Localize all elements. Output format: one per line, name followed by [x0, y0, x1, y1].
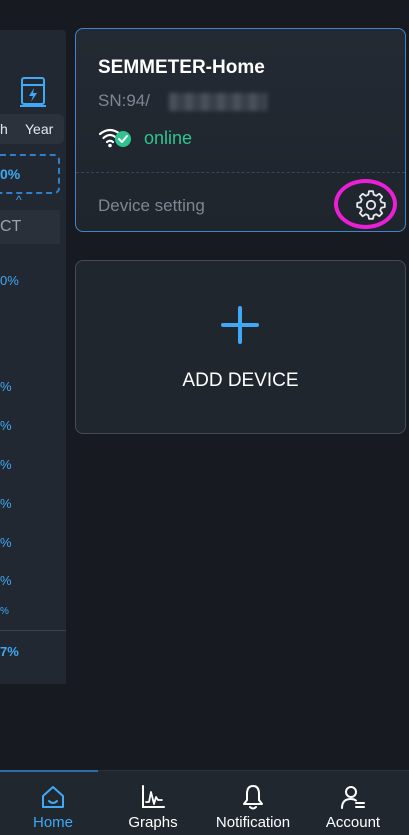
- percent-value: %: [0, 418, 12, 433]
- percent-value: 0%: [0, 273, 19, 288]
- device-setting-label[interactable]: Device setting: [98, 196, 205, 216]
- percent-value: %: [0, 573, 12, 588]
- tab-year[interactable]: Year: [25, 121, 53, 137]
- add-device-card[interactable]: ADD DEVICE: [75, 260, 406, 434]
- percent-value: %: [0, 535, 12, 550]
- divider: [0, 630, 66, 631]
- card-divider: [76, 172, 405, 173]
- nav-home-label: Home: [32, 814, 73, 831]
- graph-icon: [142, 785, 165, 808]
- plus-icon: [221, 306, 259, 344]
- nav-account[interactable]: Account: [302, 771, 404, 835]
- nav-graphs[interactable]: Graphs: [102, 771, 204, 835]
- nav-notification[interactable]: Notification: [202, 771, 304, 835]
- ct-label: CT: [0, 218, 22, 235]
- device-name: SEMMETER-Home: [98, 57, 265, 78]
- bottom-percent-value: 7%: [0, 644, 19, 659]
- add-device-label: ADD DEVICE: [182, 370, 299, 391]
- home-icon: [42, 786, 64, 808]
- nav-graphs-label: Graphs: [128, 814, 178, 831]
- meter-icon: [20, 77, 46, 107]
- percent-value: %: [0, 457, 12, 472]
- background-page-panel: h Year 0% ^ CT 0% % % % % % % % 7%: [0, 30, 66, 684]
- nav-notification-label: Notification: [215, 814, 291, 831]
- device-serial: SN:94/: [98, 91, 150, 110]
- ct-row: CT: [0, 210, 60, 244]
- tab-month[interactable]: h: [0, 121, 8, 137]
- caret-up-icon: ^: [16, 193, 22, 207]
- device-card[interactable]: SEMMETER-Home SN:94/ online Device setti…: [75, 28, 406, 232]
- account-icon: [341, 786, 365, 809]
- online-status: online: [144, 128, 193, 148]
- highlight-value: 0%: [0, 166, 21, 182]
- period-tabs: h Year: [0, 114, 64, 144]
- nav-home[interactable]: Home: [2, 771, 104, 835]
- bell-icon: [243, 785, 263, 810]
- highlight-ring-annotation: [334, 179, 397, 229]
- highlight-value-box: 0%: [0, 154, 60, 194]
- percent-value: %: [0, 606, 9, 617]
- percent-value: %: [0, 496, 12, 511]
- nav-account-label: Account: [325, 814, 381, 831]
- percent-value: %: [0, 379, 12, 394]
- wifi-online-icon: [98, 128, 131, 148]
- bottom-navigation: Home Graphs Notification Account: [0, 770, 409, 835]
- serial-redaction: [169, 93, 267, 111]
